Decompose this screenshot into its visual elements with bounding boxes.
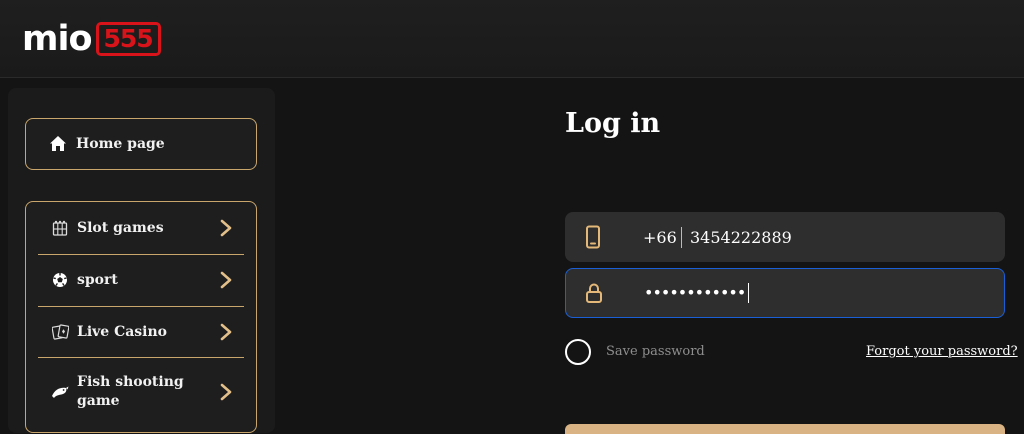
password-dots: •••••••••••• [644,282,746,302]
sidebar-item-sport[interactable]: sport [26,254,256,306]
home-icon [48,134,68,154]
top-bar: mio 555 [0,0,1024,78]
sidebar: Home page Slot games sport Live Casino F… [8,88,275,433]
chevron-right-icon [220,219,232,237]
save-password-radio[interactable] [565,339,591,365]
playing-cards-icon [51,323,69,341]
phone-field[interactable]: +66 3454222889 [565,212,1005,262]
sidebar-item-home[interactable]: Home page [25,118,257,170]
slot-machine-icon [51,219,69,237]
sidebar-item-label: Home page [76,136,165,152]
text-cursor [748,283,750,304]
logo-text: mio [22,19,93,59]
sidebar-item-slot-games[interactable]: Slot games [26,202,256,254]
login-button[interactable] [565,424,1005,434]
chevron-right-icon [220,323,232,341]
sidebar-item-label: Live Casino [77,324,168,340]
login-title: Log in [565,108,661,139]
mobile-phone-icon [586,225,600,249]
sidebar-item-fish-shooting[interactable]: Fish shooting game [26,358,256,426]
sidebar-item-label: Fish shooting game [77,374,184,409]
sidebar-game-menu: Slot games sport Live Casino Fish shooti… [25,201,257,433]
logo-number-badge: 555 [95,22,161,56]
lock-icon [586,283,602,303]
fish-icon [51,383,69,401]
forgot-password-link[interactable]: Forgot your password? [866,344,1018,359]
password-field[interactable]: •••••••••••• [565,268,1005,318]
chevron-right-icon [220,271,232,289]
password-value[interactable]: •••••••••••• [644,282,750,304]
save-password-label: Save password [606,344,705,359]
chevron-right-icon [220,383,232,401]
sidebar-item-label: sport [77,272,118,288]
site-logo[interactable]: mio 555 [22,20,161,58]
sidebar-item-live-casino[interactable]: Live Casino [26,306,256,358]
country-code[interactable]: +66 [643,228,677,247]
phone-number-value[interactable]: 3454222889 [690,228,792,247]
soccer-ball-icon [51,271,69,289]
prefix-separator [681,227,682,248]
sidebar-item-label: Slot games [77,220,164,236]
